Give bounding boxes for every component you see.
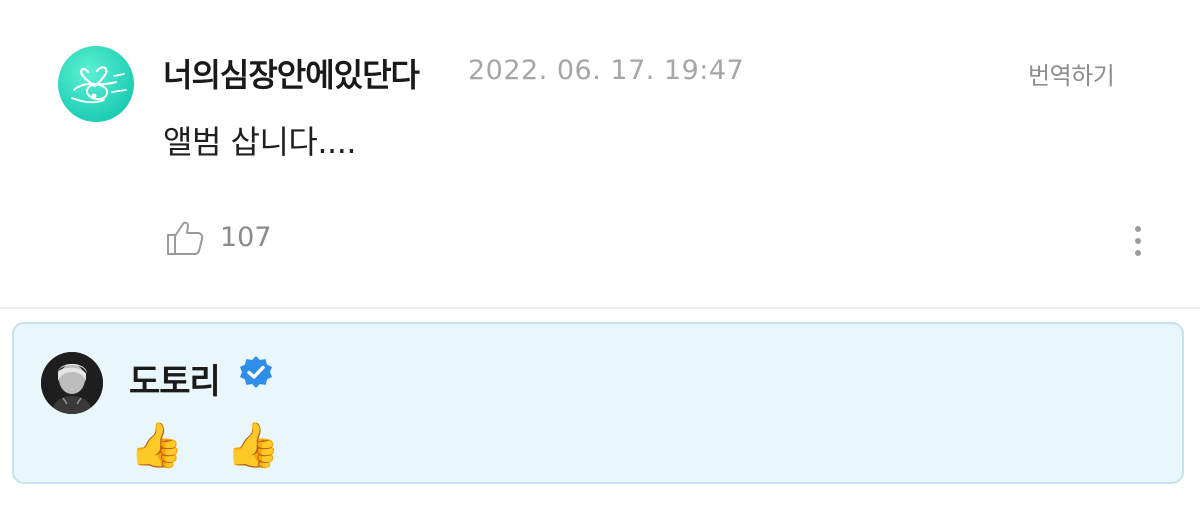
divider	[0, 307, 1200, 309]
thumbs-up-outline-icon	[167, 221, 204, 255]
reply-avatar[interactable]	[41, 352, 103, 414]
signature-logo-icon	[71, 66, 127, 104]
comment-username[interactable]: 너의심장안에있단다	[163, 50, 420, 96]
translate-button[interactable]: 번역하기	[1028, 56, 1115, 91]
reply-username[interactable]: 도토리	[129, 354, 221, 403]
reply-text: 👍 👍	[129, 420, 295, 471]
more-options-button[interactable]	[1124, 222, 1152, 260]
like-button[interactable]	[164, 218, 206, 258]
profile-photo-icon	[41, 352, 103, 414]
verified-badge-icon	[240, 356, 272, 388]
avatar[interactable]	[58, 46, 134, 122]
comment-item: 너의심장안에있단다 2022. 06. 17. 19:47 번역하기 앨범 삽니…	[0, 0, 1200, 308]
reply-card: 도토리 👍 👍	[12, 322, 1184, 484]
comment-text: 앨범 삽니다....	[163, 123, 357, 161]
like-count: 107	[220, 222, 272, 253]
comment-timestamp: 2022. 06. 17. 19:47	[468, 55, 745, 86]
verified-badge	[238, 354, 274, 390]
